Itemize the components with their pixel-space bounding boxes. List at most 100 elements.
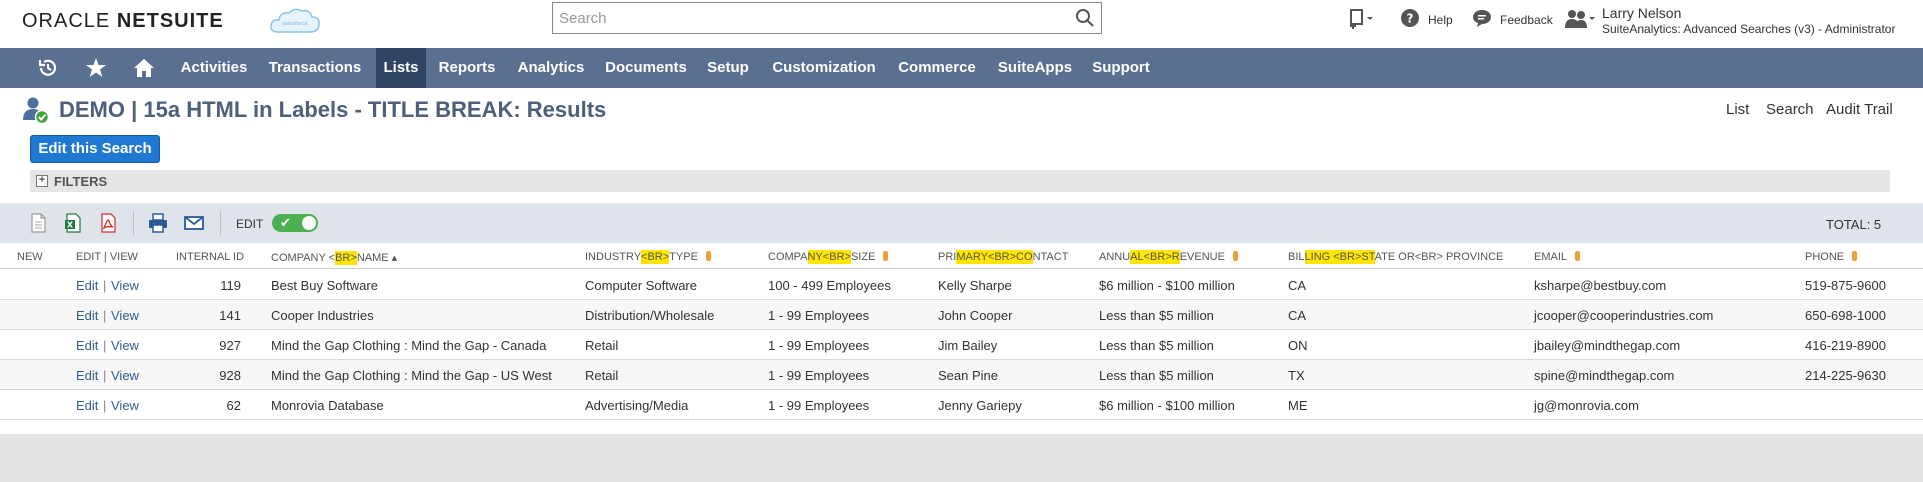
create-new-icon[interactable] [1348, 8, 1374, 30]
col-phone[interactable]: PHONE [1805, 251, 1858, 263]
table-row: Edit | View 141 Cooper Industries Distri… [0, 300, 1923, 330]
inline-edit-label: EDIT [236, 217, 264, 231]
favorites-star-icon[interactable] [85, 57, 107, 79]
help-link[interactable]: Help [1428, 13, 1453, 27]
col-internal-id[interactable]: INTERNAL ID [176, 251, 244, 263]
svg-text:salesforce: salesforce [282, 21, 307, 27]
search-link[interactable]: Search [1766, 101, 1814, 118]
cell-state: CA [1288, 278, 1307, 293]
cell-industry: Advertising/Media [585, 398, 689, 413]
search-input[interactable] [553, 3, 1063, 33]
col-email[interactable]: EMAIL [1534, 251, 1581, 263]
col-company-text-b: NAME ▴ [356, 252, 398, 264]
view-link[interactable]: View [111, 338, 139, 353]
page-title: DEMO | 15a HTML in Labels - TITLE BREAK:… [59, 97, 607, 122]
col-primary-contact[interactable]: PRIMARY<BR>CONTACT [938, 250, 1068, 264]
nav-transactions[interactable]: Transactions [260, 48, 370, 88]
view-link[interactable]: View [111, 278, 139, 293]
col-state-highlight: LING <BR>ST [1304, 250, 1375, 264]
cell-state: TX [1288, 368, 1305, 383]
nav-support[interactable]: Support [1086, 48, 1156, 88]
salesforce-cloud-icon: salesforce [270, 8, 320, 33]
col-billing-state[interactable]: BILLING <BR>STATE OR<BR> PROVINCE [1288, 250, 1503, 264]
nav-customization[interactable]: Customization [764, 48, 884, 88]
search-icon[interactable] [1075, 8, 1095, 28]
col-company-name[interactable]: COMPANY <BR>NAME ▴ [271, 251, 398, 265]
col-industry-type[interactable]: INDUSTRY<BR>TYPE [585, 250, 711, 264]
global-search [552, 2, 1102, 34]
edit-link[interactable]: Edit [76, 338, 98, 353]
edit-link[interactable]: Edit [76, 368, 98, 383]
nav-reports[interactable]: Reports [432, 48, 502, 88]
cell-email[interactable]: jbailey@mindthegap.com [1534, 338, 1680, 353]
col-industry-text-b: TYPE [669, 251, 698, 263]
cell-revenue: Less than $5 million [1099, 368, 1214, 383]
saved-search-user-icon [23, 97, 50, 124]
nav-setup[interactable]: Setup [700, 48, 756, 88]
expand-plus-icon[interactable]: + [36, 175, 48, 187]
cell-state: ME [1288, 398, 1308, 413]
email-icon[interactable] [184, 213, 204, 233]
svg-text:?: ? [1407, 12, 1414, 26]
home-icon[interactable] [133, 57, 155, 79]
nav-documents[interactable]: Documents [598, 48, 694, 88]
cell-contact: John Cooper [938, 308, 1013, 323]
edit-link[interactable]: Edit [76, 278, 98, 293]
cell-email[interactable]: jcooper@cooperindustries.com [1534, 308, 1713, 323]
results-toolbar: X EDIT ✔ TOTAL: 5 [0, 203, 1923, 243]
feedback-icon[interactable] [1472, 8, 1492, 28]
view-link[interactable]: View [111, 308, 139, 323]
page: ORACLE NETSUITE salesforce ? Help [0, 0, 1923, 482]
col-size-text-b: SIZE [850, 251, 876, 263]
feedback-link[interactable]: Feedback [1500, 13, 1553, 27]
print-icon[interactable] [148, 213, 168, 233]
filters-bar[interactable]: + FILTERS [30, 170, 1890, 192]
col-annual-revenue[interactable]: ANNUAL<BR>REVENUE [1099, 250, 1238, 264]
export-csv-icon[interactable] [28, 213, 48, 233]
svg-text:X: X [67, 221, 74, 230]
col-edit-view[interactable]: EDIT | VIEW [76, 251, 138, 263]
recent-records-icon[interactable] [37, 57, 59, 79]
cell-company: Mind the Gap Clothing : Mind the Gap - C… [271, 338, 547, 353]
cell-contact: Kelly Sharpe [938, 278, 1012, 293]
audit-trail-link[interactable]: Audit Trail [1826, 101, 1893, 118]
col-state-text-a: BIL [1288, 251, 1305, 263]
cell-industry: Retail [585, 368, 619, 383]
list-link[interactable]: List [1726, 101, 1749, 118]
table-row: Edit | View 62 Monrovia Database Adverti… [0, 390, 1923, 420]
nav-commerce[interactable]: Commerce [890, 48, 984, 88]
col-contact-highlight: MARY<BR>CO [956, 250, 1033, 264]
link-separator: | [103, 368, 107, 383]
cell-phone: 519-875-9600 [1805, 278, 1886, 293]
cell-state: CA [1288, 308, 1307, 323]
cell-email[interactable]: jg@monrovia.com [1534, 398, 1639, 413]
edit-link[interactable]: Edit [76, 308, 98, 323]
help-icon[interactable]: ? [1400, 8, 1420, 28]
nav-analytics[interactable]: Analytics [510, 48, 592, 88]
col-industry-highlight: <BR> [641, 250, 670, 264]
export-excel-icon[interactable]: X [63, 213, 83, 233]
pin-icon [705, 251, 711, 261]
edit-link[interactable]: Edit [76, 398, 98, 413]
cell-email[interactable]: spine@mindthegap.com [1534, 368, 1674, 383]
user-role[interactable]: SuiteAnalytics: Advanced Searches (v3) -… [1602, 22, 1895, 36]
nav-lists[interactable]: Lists [376, 48, 426, 88]
col-new[interactable]: NEW [17, 251, 43, 263]
cell-size: 1 - 99 Employees [768, 368, 870, 383]
col-company-size[interactable]: COMPANY<BR>SIZE [768, 250, 889, 264]
nav-suiteapps[interactable]: SuiteApps [990, 48, 1080, 88]
cell-email[interactable]: ksharpe@bestbuy.com [1534, 278, 1666, 293]
col-company-highlight: BR> [335, 251, 357, 265]
user-menu-icon[interactable] [1564, 8, 1596, 30]
export-pdf-icon[interactable] [98, 213, 118, 233]
cell-internal-id: 928 [219, 368, 241, 383]
cell-internal-id: 119 [220, 278, 241, 293]
cell-industry: Retail [585, 338, 619, 353]
nav-activities[interactable]: Activities [170, 48, 258, 88]
netsuite-logo[interactable]: ORACLE NETSUITE [22, 10, 224, 33]
user-name[interactable]: Larry Nelson [1602, 5, 1681, 21]
inline-edit-toggle[interactable]: ✔ [272, 214, 318, 232]
view-link[interactable]: View [111, 398, 139, 413]
edit-this-search-button[interactable]: Edit this Search [30, 135, 160, 163]
view-link[interactable]: View [111, 368, 139, 383]
